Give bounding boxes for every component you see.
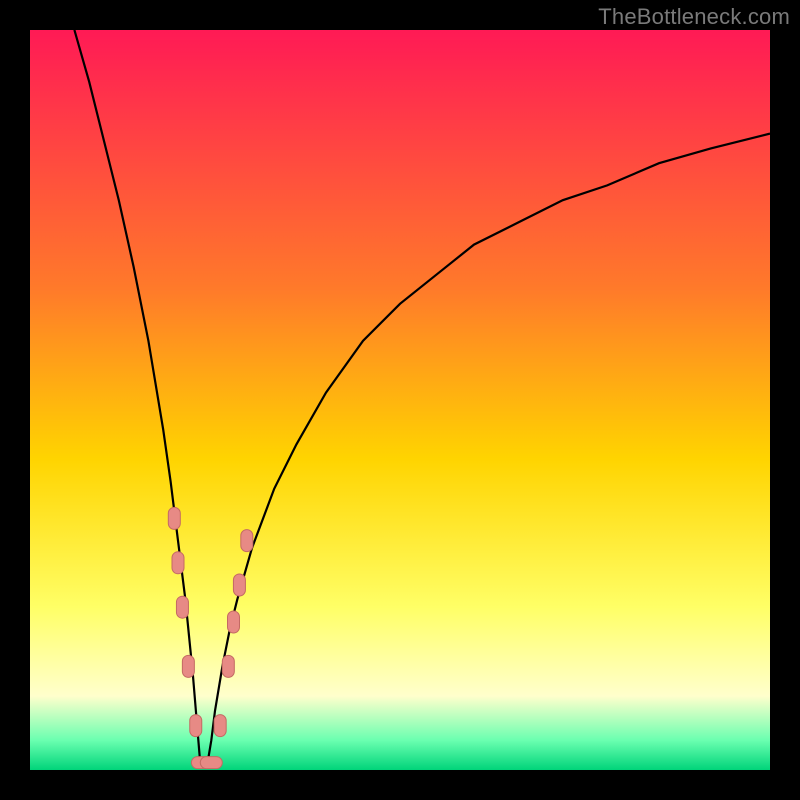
- data-marker: [168, 507, 180, 529]
- data-marker: [241, 530, 253, 552]
- data-marker: [200, 757, 222, 769]
- watermark-text: TheBottleneck.com: [598, 4, 790, 30]
- plot-area: [30, 30, 770, 770]
- data-marker: [176, 596, 188, 618]
- data-marker: [233, 574, 245, 596]
- data-marker: [214, 715, 226, 737]
- data-marker: [228, 611, 240, 633]
- data-marker: [222, 655, 234, 677]
- plot-svg: [30, 30, 770, 770]
- gradient-background: [30, 30, 770, 770]
- chart-frame: TheBottleneck.com: [0, 0, 800, 800]
- data-marker: [190, 715, 202, 737]
- data-marker: [172, 552, 184, 574]
- data-marker: [182, 655, 194, 677]
